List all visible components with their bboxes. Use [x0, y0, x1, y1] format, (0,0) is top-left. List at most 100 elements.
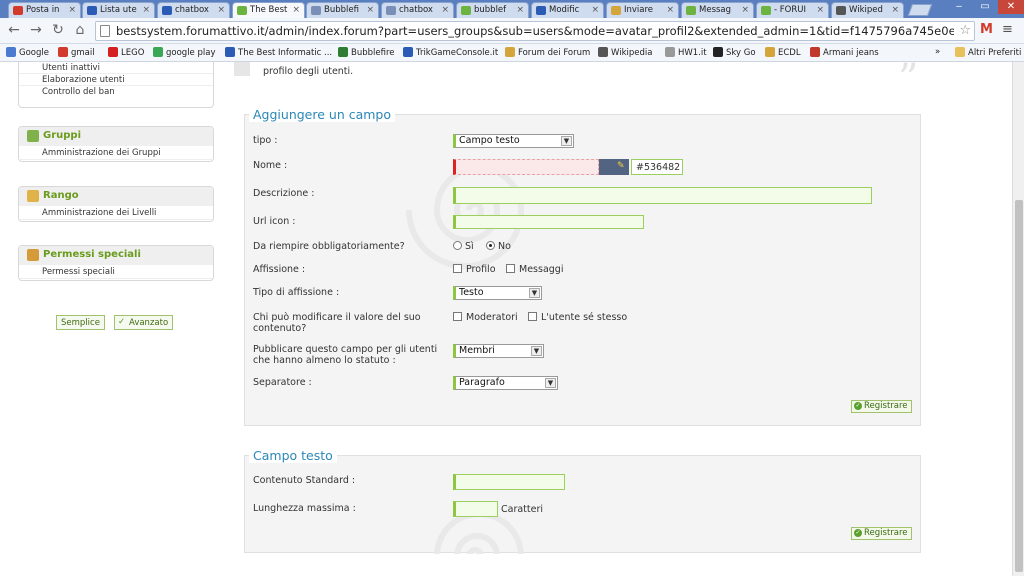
publish-select[interactable]: Membri ▼ — [453, 344, 544, 358]
default-content-input[interactable] — [453, 474, 565, 490]
color-picker-button[interactable]: ✎ — [599, 159, 629, 175]
bookmark-10[interactable]: Sky Go — [713, 47, 756, 58]
radio-no[interactable] — [486, 241, 495, 250]
minimize-icon[interactable]: ‒ — [946, 0, 972, 14]
tab-close-icon[interactable]: × — [217, 5, 225, 15]
address-bar[interactable]: bestsystem.forumattivo.it/admin/index.fo… — [95, 21, 975, 41]
forward-icon[interactable]: → — [28, 22, 44, 38]
who-user-label: L'utente sé stesso — [541, 312, 628, 323]
radio-yes[interactable] — [453, 241, 462, 250]
tab-close-icon[interactable]: × — [142, 5, 150, 15]
sidebar-item-groups-admin[interactable]: Amministrazione dei Gruppi — [19, 146, 213, 160]
tab-3[interactable]: The Best × — [232, 2, 305, 18]
tab-1[interactable]: Lista ute × — [82, 2, 155, 18]
chevron-down-icon: ▼ — [531, 346, 542, 356]
url-text[interactable]: bestsystem.forumattivo.it/admin/index.fo… — [116, 24, 954, 38]
tab-close-icon[interactable]: × — [891, 5, 899, 15]
required-yes-radio[interactable]: Sì — [453, 241, 474, 252]
sidebar-item-inactive-users[interactable]: Utenti inattivi — [19, 62, 213, 74]
tab-close-icon[interactable]: × — [292, 5, 300, 15]
register-button[interactable]: Registrare — [851, 400, 912, 413]
tab-10[interactable]: - FORUI × — [756, 2, 829, 18]
who-user-checkbox[interactable]: L'utente sé stesso — [528, 312, 627, 323]
gmail-extension-icon[interactable]: M — [980, 22, 993, 37]
separator-select[interactable]: Paragrafo ▼ — [453, 376, 558, 390]
checkbox-user[interactable] — [528, 312, 537, 321]
bookmark-9[interactable]: HW1.it — [665, 47, 707, 58]
bookmark-5[interactable]: Bubblefire — [338, 47, 395, 58]
tab-9[interactable]: Messag × — [681, 2, 754, 18]
bookmark-8[interactable]: Wikipedia — [598, 47, 652, 58]
bookmark-11[interactable]: ECDL — [765, 47, 801, 58]
tab-close-icon[interactable]: × — [666, 5, 674, 15]
other-bookmarks[interactable]: Altri Preferiti — [955, 47, 1021, 58]
tab-0[interactable]: Posta in × — [8, 2, 81, 18]
who-moderators-checkbox[interactable]: Moderatori — [453, 312, 518, 323]
display-type-label: Tipo di affissione : — [253, 287, 340, 298]
checkbox-messages[interactable] — [506, 264, 515, 273]
bookmark-3[interactable]: google play — [153, 47, 215, 58]
bookmark-0[interactable]: Google — [6, 47, 49, 58]
folder-icon — [955, 47, 965, 57]
bookmark-7[interactable]: Forum dei Forum — [505, 47, 590, 58]
reload-icon[interactable]: ↻ — [50, 22, 66, 38]
separator-select-value: Paragrafo — [459, 377, 505, 388]
color-code-field[interactable]: #536482 — [631, 159, 683, 175]
bookmark-favicon-icon — [505, 47, 515, 57]
tab-11[interactable]: Wikiped × — [831, 2, 904, 18]
tab-8[interactable]: Inviare × — [606, 2, 679, 18]
simple-mode-button[interactable]: Semplice — [56, 315, 105, 330]
checkbox-moderators[interactable] — [453, 312, 462, 321]
new-tab-button[interactable] — [907, 4, 933, 16]
max-length-input[interactable] — [453, 501, 498, 517]
name-input[interactable] — [453, 159, 599, 175]
required-no-radio[interactable]: No — [486, 241, 511, 252]
tab-2[interactable]: chatbox × — [157, 2, 230, 18]
tab-6[interactable]: bubblef × — [456, 2, 529, 18]
type-select[interactable]: Campo testo ▼ — [453, 134, 574, 148]
display-messages-checkbox[interactable]: Messaggi — [506, 264, 563, 275]
sidebar-item-rank-admin[interactable]: Amministrazione dei Livelli — [19, 206, 213, 220]
back-icon[interactable]: ← — [6, 22, 22, 38]
bookmark-2[interactable]: LEGO — [108, 47, 144, 58]
tab-close-icon[interactable]: × — [741, 5, 749, 15]
icon-url-input[interactable] — [453, 215, 644, 229]
scrollbar[interactable] — [1012, 62, 1024, 576]
tab-close-icon[interactable]: × — [816, 5, 824, 15]
quote-decoration-icon: ” — [898, 62, 919, 102]
required-label: Da riempire obbligatoriamente? — [253, 241, 405, 252]
sidebar-item-edit-users[interactable]: Elaborazione utenti — [19, 74, 213, 86]
sidebar-item-ban-control[interactable]: Controllo del ban — [19, 86, 213, 98]
home-icon[interactable]: ⌂ — [72, 22, 88, 38]
bookmark-6[interactable]: TrikGameConsole.it — [403, 47, 498, 58]
sidebar-item-special-perms[interactable]: Permessi speciali — [19, 265, 213, 279]
scrollbar-thumb[interactable] — [1015, 200, 1023, 572]
tab-close-icon[interactable]: × — [441, 5, 449, 15]
bookmark-12[interactable]: Armani jeans — [810, 47, 879, 58]
sidebar-groups-title: Gruppi — [43, 130, 82, 141]
display-type-select[interactable]: Testo ▼ — [453, 286, 542, 300]
advanced-mode-button[interactable]: ✓ Avanzato — [114, 315, 174, 330]
tab-4[interactable]: Bubblefi × — [306, 2, 379, 18]
sidebar-box-rank: Rango Amministrazione dei Livelli — [18, 186, 214, 222]
tab-7[interactable]: Modific × — [531, 2, 604, 18]
register-button-2[interactable]: Registrare — [851, 527, 912, 540]
display-profile-checkbox[interactable]: Profilo — [453, 264, 496, 275]
description-input[interactable] — [453, 187, 872, 204]
checkbox-profile[interactable] — [453, 264, 462, 273]
maximize-icon[interactable]: ▭ — [972, 0, 998, 14]
sidebar-box-groups: Gruppi Amministrazione dei Gruppi — [18, 126, 214, 162]
bookmark-label: HW1.it — [678, 48, 707, 58]
menu-icon[interactable]: ≡ — [1002, 22, 1013, 37]
tab-close-icon[interactable]: × — [366, 5, 374, 15]
bookmark-star-icon[interactable]: ☆ — [959, 23, 971, 38]
tab-favicon-icon — [311, 6, 321, 15]
bookmark-4[interactable]: The Best Informatic ... — [225, 47, 332, 58]
bookmarks-more[interactable]: » — [935, 47, 940, 57]
tab-5[interactable]: chatbox × — [381, 2, 454, 18]
bookmark-1[interactable]: gmail — [58, 47, 95, 58]
tab-close-icon[interactable]: × — [68, 5, 76, 15]
tab-close-icon[interactable]: × — [516, 5, 524, 15]
tab-close-icon[interactable]: × — [591, 5, 599, 15]
close-window-icon[interactable]: ✕ — [998, 0, 1024, 14]
